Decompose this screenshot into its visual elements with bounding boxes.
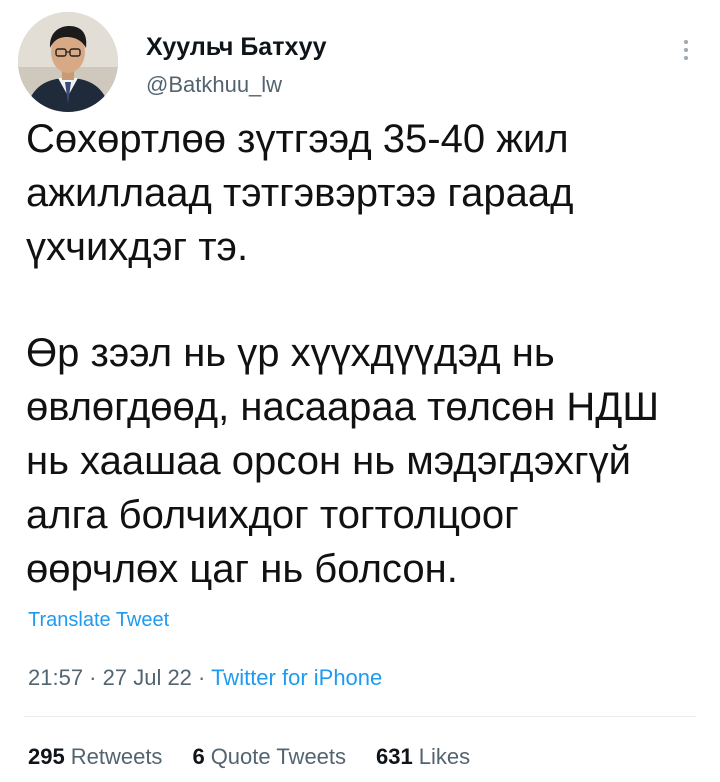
tweet-card: Хуульч Батхуу @Batkhuu_lw Сөхөртлөө зүтг… [0,0,720,782]
tweet-date[interactable]: 27 Jul 22 [103,665,192,690]
quote-tweets-stat[interactable]: 6 Quote Tweets [192,744,346,770]
retweets-count: 295 [28,744,65,769]
likes-label: Likes [418,744,471,769]
likes-count: 631 [376,744,413,769]
quote-tweets-count: 6 [192,744,205,769]
divider [24,716,696,717]
more-options-button[interactable] [674,30,698,70]
avatar[interactable] [18,12,118,112]
retweets-stat[interactable]: 295 Retweets [28,744,162,770]
likes-stat[interactable]: 631 Likes [376,744,470,770]
more-vertical-icon-dot [684,48,688,52]
profile-photo [18,12,118,112]
meta-separator: · [191,665,212,690]
tweet-text: Сөхөртлөө зүтгээд 35-40 жил ажиллаад тэт… [26,112,706,596]
retweets-label: Retweets [70,744,163,769]
tweet-paragraph: Өр зээл нь үр хүүхдүүдэд нь өвлөгдөөд, н… [26,331,660,591]
tweet-source[interactable]: Twitter for iPhone [211,665,382,690]
author-info: Хуульч Батхуу @Batkhuu_lw [146,32,326,98]
author-display-name[interactable]: Хуульч Батхуу [146,32,326,62]
quote-tweets-label: Quote Tweets [210,744,347,769]
tweet-paragraph: Сөхөртлөө зүтгээд 35-40 жил ажиллаад тэт… [26,117,574,269]
tweet-stats: 295 Retweets 6 Quote Tweets 631 Likes [28,744,470,770]
meta-separator: · [83,665,103,690]
more-vertical-icon [684,40,688,44]
more-vertical-icon-dot [684,56,688,60]
tweet-metadata: 21:57 · 27 Jul 22 · Twitter for iPhone [28,665,382,691]
translate-tweet-link[interactable]: Translate Tweet [28,608,169,632]
author-handle[interactable]: @Batkhuu_lw [146,72,326,98]
tweet-time[interactable]: 21:57 [28,665,83,690]
